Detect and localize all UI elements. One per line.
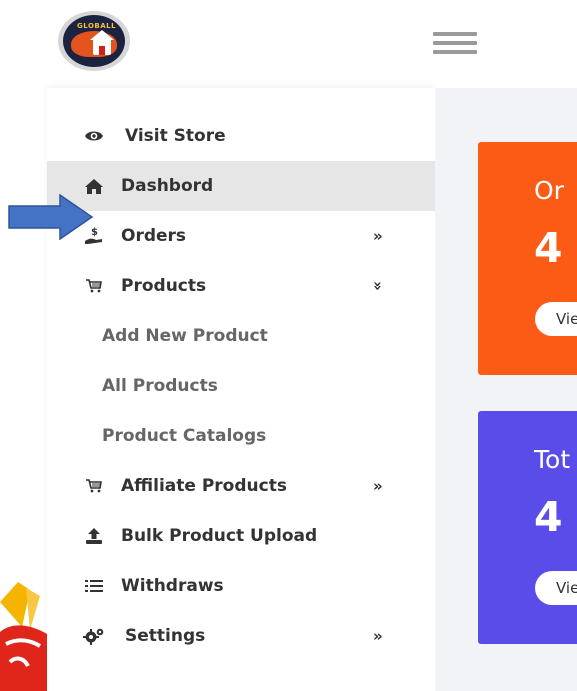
sidebar-subitem-add-new-product[interactable]: Add New Product	[47, 311, 435, 361]
partial-logo-image	[0, 582, 47, 691]
sidebar-item-dashboard[interactable]: Dashbord	[47, 161, 435, 211]
chevron-right-icon[interactable]: »	[373, 227, 383, 245]
sidebar-item-label: Affiliate Products	[121, 476, 287, 496]
logo-emblem: GLOBALL	[63, 15, 125, 67]
sidebar-item-label: Withdraws	[121, 576, 224, 596]
sidebar-item-orders[interactable]: $ Orders »	[47, 211, 435, 261]
annotation-arrow-icon	[8, 194, 94, 240]
cart-icon	[83, 276, 105, 296]
card-title: Tot	[534, 445, 571, 474]
sidebar-item-settings[interactable]: Settings »	[47, 611, 435, 661]
sidebar: Visit Store Dashbord $ Orders » Products…	[47, 88, 435, 691]
sidebar-item-bulk-product-upload[interactable]: Bulk Product Upload	[47, 511, 435, 561]
view-button[interactable]: Vie	[535, 571, 577, 605]
home-icon	[83, 176, 105, 196]
card-title: Or	[534, 176, 564, 205]
cart-icon	[83, 476, 105, 496]
logo-text: GLOBALL	[77, 22, 117, 30]
upload-icon	[83, 526, 105, 546]
card-value: 4	[534, 224, 563, 272]
sidebar-item-visit-store[interactable]: Visit Store	[47, 111, 435, 161]
sidebar-item-label: Settings	[125, 626, 206, 646]
sidebar-subitem-label: All Products	[102, 376, 218, 396]
chevron-right-icon[interactable]: »	[373, 477, 383, 495]
view-button[interactable]: Vie	[535, 302, 577, 336]
sidebar-subitem-label: Product Catalogs	[102, 426, 267, 446]
sidebar-item-withdraws[interactable]: Withdraws	[47, 561, 435, 611]
orders-card: Or 4 Vie	[478, 142, 577, 375]
main-content: Or 4 Vie Tot 4 Vie	[435, 88, 577, 691]
sidebar-item-label: Visit Store	[125, 126, 226, 146]
top-bar: GLOBALL	[0, 0, 577, 88]
list-icon	[83, 576, 105, 596]
sidebar-item-label: Bulk Product Upload	[121, 526, 318, 546]
sidebar-item-affiliate-products[interactable]: Affiliate Products »	[47, 461, 435, 511]
sidebar-item-label: Products	[121, 276, 207, 296]
eye-icon	[83, 126, 105, 146]
sidebar-subitem-product-catalogs[interactable]: Product Catalogs	[47, 411, 435, 461]
sidebar-item-label: Orders	[121, 226, 187, 246]
chevron-down-icon[interactable]: »	[369, 281, 387, 291]
card-value: 4	[534, 493, 563, 541]
sidebar-subitem-label: Add New Product	[102, 326, 268, 346]
sidebar-subitem-all-products[interactable]: All Products	[47, 361, 435, 411]
gears-icon	[83, 626, 105, 646]
hamburger-icon[interactable]	[433, 32, 477, 54]
total-card: Tot 4 Vie	[478, 411, 577, 644]
sidebar-item-label: Dashbord	[121, 176, 214, 196]
store-logo[interactable]: GLOBALL	[58, 11, 130, 71]
chevron-right-icon[interactable]: »	[373, 627, 383, 645]
sidebar-item-products[interactable]: Products »	[47, 261, 435, 311]
